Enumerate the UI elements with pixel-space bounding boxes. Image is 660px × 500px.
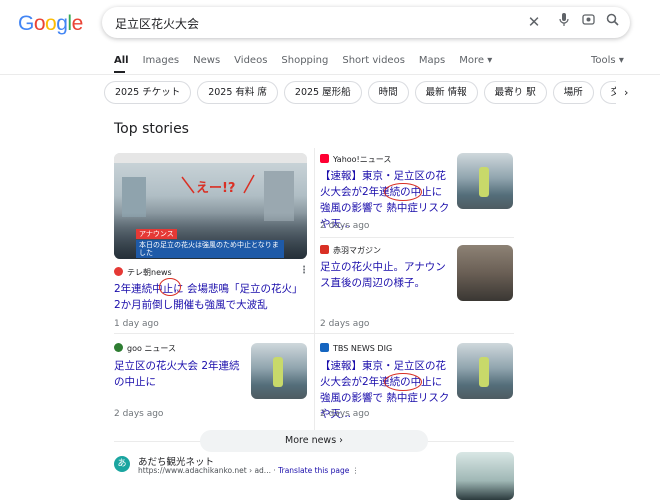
- chip-yakatabune[interactable]: 2025 屋形船: [283, 81, 362, 104]
- column-divider: [314, 148, 315, 430]
- story-1-age: 1 day ago: [114, 319, 159, 329]
- story-1-source[interactable]: テレ朝news: [114, 267, 172, 278]
- story-3-source[interactable]: 赤羽マガジン: [320, 245, 381, 256]
- lens-icon[interactable]: [579, 13, 597, 31]
- story-3-headline[interactable]: 足立の花火中止。アナウンス直後の周辺の様子。: [320, 259, 450, 291]
- akabane-icon: [320, 245, 329, 254]
- story-3-thumbnail[interactable]: [457, 245, 513, 301]
- chevron-right-icon[interactable]: ›: [624, 86, 628, 99]
- annotation-circle: [159, 278, 181, 296]
- chip-latest[interactable]: 最新 情報: [414, 81, 478, 104]
- more-news-button[interactable]: More news ›: [200, 430, 428, 452]
- tab-news[interactable]: News: [193, 55, 220, 66]
- tools-button[interactable]: Tools ▾: [591, 55, 624, 66]
- result-thumbnail[interactable]: [456, 452, 514, 500]
- overlay-tag: アナウンス: [136, 229, 177, 239]
- story-1-more-icon[interactable]: ⋮: [299, 265, 309, 276]
- overlay-caption: 本日の足立の花火は強風のため中止となりました: [136, 240, 284, 258]
- logo-letter: G: [18, 12, 34, 35]
- header-divider: [0, 74, 660, 75]
- tab-shopping[interactable]: Shopping: [281, 55, 328, 66]
- story-3-age: 2 days ago: [320, 319, 370, 329]
- story-4-headline[interactable]: 足立区の花火大会 2年連続の中止に: [114, 358, 244, 390]
- tab-short-videos[interactable]: Short videos: [342, 55, 405, 66]
- story-5-source[interactable]: TBS NEWS DIG: [320, 343, 392, 353]
- chip-time[interactable]: 時間: [367, 81, 409, 104]
- annotation-circle: [384, 373, 422, 391]
- active-tab-indicator: [114, 71, 125, 73]
- logo-letter: o: [33, 12, 46, 35]
- story-5-thumbnail[interactable]: [457, 343, 513, 399]
- mic-icon[interactable]: [555, 13, 573, 31]
- search-bar[interactable]: 足立区花火大会 ✕: [102, 7, 630, 38]
- search-icon[interactable]: [603, 13, 621, 31]
- close-icon[interactable]: ✕: [525, 13, 543, 31]
- filter-chips: 2025 チケット 2025 有料 席 2025 屋形船 時間 最新 情報 最寄…: [104, 81, 616, 104]
- yahoo-icon: [320, 154, 329, 163]
- story-4-source[interactable]: goo ニュース: [114, 343, 176, 354]
- logo-letter: o: [45, 12, 57, 35]
- search-tabs: All Images News Videos Shopping Short vi…: [114, 55, 506, 66]
- google-logo[interactable]: Google: [18, 12, 83, 36]
- story-2-thumbnail[interactable]: [457, 153, 513, 209]
- chip-paid-seat[interactable]: 2025 有料 席: [197, 81, 278, 104]
- chip-station[interactable]: 最寄り 駅: [483, 81, 547, 104]
- goo-icon: [114, 343, 123, 352]
- top-stories-heading: Top stories: [114, 121, 189, 137]
- overlay-exclaim: えー!?: [196, 181, 236, 196]
- tab-videos[interactable]: Videos: [234, 55, 267, 66]
- story-4-age: 2 days ago: [114, 409, 164, 419]
- logo-letter: e: [71, 12, 84, 35]
- site-favicon[interactable]: あ: [114, 456, 130, 472]
- tab-maps[interactable]: Maps: [419, 55, 445, 66]
- story-1-headline[interactable]: 2年連続中止に 会場悲鳴「足立の花火」2か月前倒し開催も強風で大波乱: [114, 281, 307, 313]
- tv-asahi-icon: [114, 267, 123, 276]
- tab-more[interactable]: More ▾: [459, 55, 492, 66]
- search-input[interactable]: 足立区花火大会: [115, 15, 199, 32]
- translate-link[interactable]: Translate this page: [278, 466, 349, 475]
- tab-images[interactable]: Images: [143, 55, 180, 66]
- annotation-circle: [384, 183, 422, 201]
- story-1-image[interactable]: えー!? アナウンス 本日の足立の花火は強風のため中止となりました: [114, 153, 307, 259]
- story-4-thumbnail[interactable]: [251, 343, 307, 399]
- stories-row-divider: [114, 333, 514, 334]
- story-5-age: 2 days ago: [320, 409, 370, 419]
- story-2-age: 2 days ago: [320, 221, 370, 231]
- story-divider: [320, 237, 514, 238]
- story-2-source[interactable]: Yahoo!ニュース: [320, 154, 391, 165]
- chip-place[interactable]: 場所: [552, 81, 594, 104]
- chip-traffic[interactable]: 交通 規制: [599, 81, 616, 104]
- tab-all[interactable]: All: [114, 55, 129, 66]
- result-url[interactable]: https://www.adachikanko.net › ad... · Tr…: [138, 466, 359, 475]
- tbs-icon: [320, 343, 329, 352]
- chip-ticket[interactable]: 2025 チケット: [104, 81, 192, 104]
- logo-letter: g: [56, 12, 68, 35]
